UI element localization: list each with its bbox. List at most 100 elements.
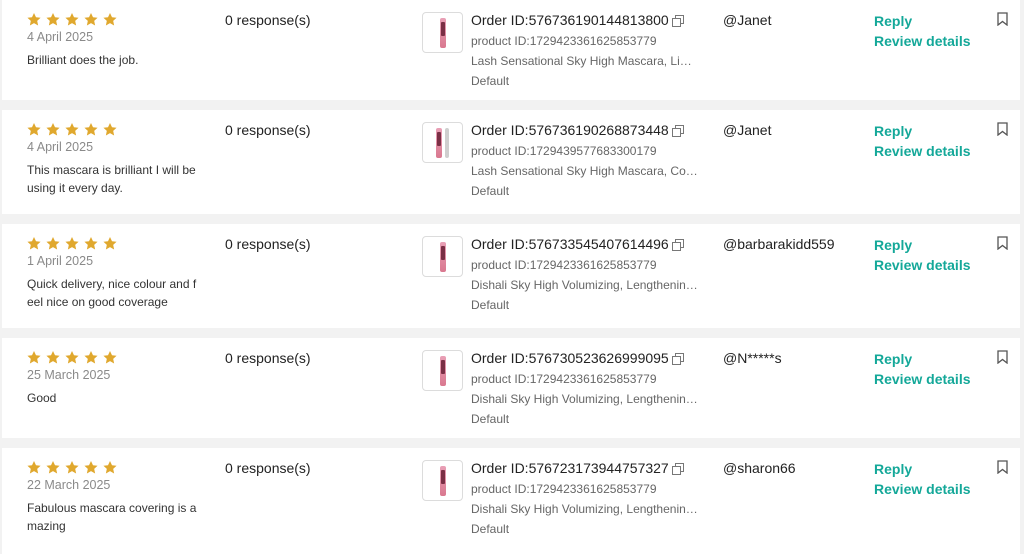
product-id: product ID:1729439577683300179 xyxy=(471,144,657,158)
star-icon xyxy=(27,236,41,250)
star-icon xyxy=(27,12,41,26)
review-comment: Quick delivery, nice colour and f eel ni… xyxy=(27,277,197,309)
order-id: Order ID:576730523626999095 xyxy=(471,350,684,366)
star-icon xyxy=(65,122,79,136)
star-icon xyxy=(103,122,117,136)
product-id: product ID:1729423361625853779 xyxy=(471,482,657,496)
star-icon xyxy=(84,12,98,26)
review-details-link[interactable]: Review details xyxy=(874,33,971,49)
product-variant: Default xyxy=(471,74,510,88)
order-id-text: Order ID:576730523626999095 xyxy=(471,350,669,366)
reviewer-username: @barbarakidd559 xyxy=(723,236,835,252)
response-count: 0 response(s) xyxy=(225,236,311,252)
star-icon xyxy=(27,122,41,136)
product-variant: Default xyxy=(471,184,510,198)
review-details-link[interactable]: Review details xyxy=(874,143,971,159)
bookmark-icon[interactable] xyxy=(997,236,1008,250)
review-details-link[interactable]: Review details xyxy=(874,481,971,497)
star-icon xyxy=(46,12,60,26)
reviewer-username: @sharon66 xyxy=(723,460,796,476)
copy-icon[interactable] xyxy=(671,238,684,251)
product-thumbnail[interactable] xyxy=(422,460,463,501)
reviewer-username: @N*****s xyxy=(723,350,782,366)
review-card: 1 April 2025 Quick delivery, nice colour… xyxy=(2,224,1020,328)
star-rating xyxy=(26,12,118,27)
copy-icon[interactable] xyxy=(671,124,684,137)
bookmark-icon[interactable] xyxy=(997,460,1008,474)
star-icon xyxy=(46,460,60,474)
product-thumbnail[interactable] xyxy=(422,236,463,277)
copy-icon[interactable] xyxy=(671,14,684,27)
review-details-link[interactable]: Review details xyxy=(874,371,971,387)
review-date: 25 March 2025 xyxy=(27,368,111,382)
reviewer-username: @Janet xyxy=(723,122,772,138)
response-count: 0 response(s) xyxy=(225,122,311,138)
star-rating xyxy=(26,350,118,365)
star-icon xyxy=(27,350,41,364)
star-icon xyxy=(103,460,117,474)
product-variant: Default xyxy=(471,522,510,536)
star-icon xyxy=(103,236,117,250)
review-date: 22 March 2025 xyxy=(27,478,111,492)
review-date: 4 April 2025 xyxy=(27,30,94,44)
review-comment: Brilliant does the job. xyxy=(27,53,139,67)
review-date: 4 April 2025 xyxy=(27,140,94,154)
star-icon xyxy=(46,122,60,136)
product-id: product ID:1729423361625853779 xyxy=(471,34,657,48)
copy-icon[interactable] xyxy=(671,352,684,365)
star-icon xyxy=(65,12,79,26)
reply-link[interactable]: Reply xyxy=(874,13,912,29)
star-icon xyxy=(84,236,98,250)
reviewer-username: @Janet xyxy=(723,12,772,28)
review-comment: Fabulous mascara covering is a mazing xyxy=(27,501,197,533)
bookmark-icon[interactable] xyxy=(997,12,1008,26)
product-name: Dishali Sky High Volumizing, Lengthening… xyxy=(471,392,701,406)
star-icon xyxy=(65,350,79,364)
bookmark-icon[interactable] xyxy=(997,122,1008,136)
star-icon xyxy=(65,236,79,250)
star-icon xyxy=(46,236,60,250)
star-icon xyxy=(103,12,117,26)
order-id: Order ID:576723173944757327 xyxy=(471,460,684,476)
bookmark-icon[interactable] xyxy=(997,350,1008,364)
product-id: product ID:1729423361625853779 xyxy=(471,372,657,386)
star-rating xyxy=(26,236,118,251)
product-name: Dishali Sky High Volumizing, Lengthening… xyxy=(471,278,701,292)
order-id-text: Order ID:576736190268873448 xyxy=(471,122,669,138)
review-card: 4 April 2025 This mascara is brilliant I… xyxy=(2,110,1020,214)
product-thumbnail[interactable] xyxy=(422,122,463,163)
product-name: Dishali Sky High Volumizing, Lengthening… xyxy=(471,502,701,516)
review-date: 1 April 2025 xyxy=(27,254,94,268)
star-icon xyxy=(46,350,60,364)
review-list: 4 April 2025 Brilliant does the job. 0 r… xyxy=(0,0,1024,554)
product-name: Lash Sensational Sky High Mascara, Limit… xyxy=(471,54,701,68)
review-comment: This mascara is brilliant I will be usin… xyxy=(27,163,196,195)
response-count: 0 response(s) xyxy=(225,460,311,476)
response-count: 0 response(s) xyxy=(225,350,311,366)
star-icon xyxy=(84,460,98,474)
star-icon xyxy=(84,350,98,364)
star-rating xyxy=(26,460,118,475)
order-id: Order ID:576736190268873448 xyxy=(471,122,684,138)
review-card: 22 March 2025 Fabulous mascara covering … xyxy=(2,448,1020,554)
reply-link[interactable]: Reply xyxy=(874,461,912,477)
product-variant: Default xyxy=(471,298,510,312)
order-id-text: Order ID:576733545407614496 xyxy=(471,236,669,252)
reply-link[interactable]: Reply xyxy=(874,351,912,367)
reply-link[interactable]: Reply xyxy=(874,123,912,139)
product-id: product ID:1729423361625853779 xyxy=(471,258,657,272)
order-id-text: Order ID:576736190144813800 xyxy=(471,12,669,28)
star-icon xyxy=(27,460,41,474)
copy-icon[interactable] xyxy=(671,462,684,475)
review-details-link[interactable]: Review details xyxy=(874,257,971,273)
order-id-text: Order ID:576723173944757327 xyxy=(471,460,669,476)
product-thumbnail[interactable] xyxy=(422,350,463,391)
order-id: Order ID:576733545407614496 xyxy=(471,236,684,252)
star-icon xyxy=(65,460,79,474)
reply-link[interactable]: Reply xyxy=(874,237,912,253)
review-card: 4 April 2025 Brilliant does the job. 0 r… xyxy=(2,0,1020,100)
star-icon xyxy=(84,122,98,136)
star-icon xyxy=(103,350,117,364)
product-thumbnail[interactable] xyxy=(422,12,463,53)
review-comment: Good xyxy=(27,391,57,405)
